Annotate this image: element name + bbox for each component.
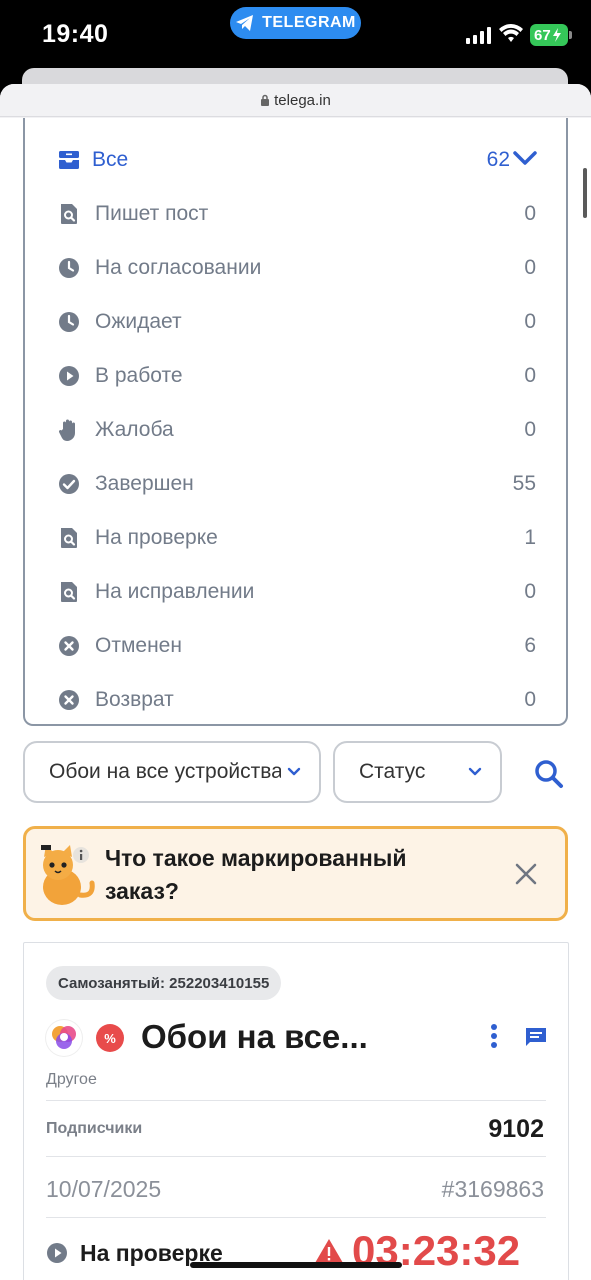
status-label: На согласовании [95,256,262,279]
doc-search-icon [57,580,81,604]
battery-tip [569,31,572,39]
status-count: 0 [524,580,536,603]
chevron-down-icon[interactable] [512,149,538,167]
status-label: Завершен [95,472,194,495]
clock: 19:40 [42,20,109,48]
home-indicator[interactable] [190,1262,402,1268]
status-dropdown-list: Все 62 Пишет пост 0 На согласовании 0 Ож… [23,118,568,726]
url-text: telega.in [274,91,331,109]
status-item-review[interactable]: На проверке 1 [25,511,566,565]
status-item-cancelled[interactable]: Отменен 6 [25,619,566,673]
status-count: 0 [524,310,536,333]
order-category: Другое [46,1071,97,1088]
scrollbar[interactable] [583,168,587,218]
signal-icon [466,26,491,44]
status-item-writing[interactable]: Пишет пост 0 [25,187,566,241]
status-item-approval[interactable]: На согласовании 0 [25,241,566,295]
status-label: На проверке [95,526,218,549]
cat-info-icon [41,845,95,905]
status-label: На исправлении [95,580,255,603]
url-bar[interactable]: telega.in [0,84,591,117]
inbox-icon [57,148,81,172]
order-card[interactable]: Самозанятый: 252203410155 % Обои на все.… [23,942,569,1280]
order-title: Обои на все... [141,1018,368,1055]
close-icon[interactable] [515,863,537,885]
status-select[interactable]: Статус [333,741,502,803]
x-circle-icon [57,634,81,658]
status-label: Отменен [95,634,182,657]
status-count: 55 [512,472,536,495]
status-item-refund[interactable]: Возврат 0 [25,673,566,724]
telegram-pill-label: TELEGRAM [262,14,356,31]
status-bar: 19:40 TELEGRAM 67 [0,0,591,70]
status-count: 6 [524,634,536,657]
telegram-icon [236,15,254,31]
order-title-row: % Обои на все... [46,1018,546,1060]
page-content: Все 62 Пишет пост 0 На согласовании 0 Ож… [0,118,591,1280]
discount-badge-icon: % [96,1024,124,1052]
status-count: 0 [524,688,536,711]
search-icon[interactable] [533,758,565,790]
status-count: 0 [524,256,536,279]
order-date: 10/07/2025 [46,1176,162,1202]
chevron-down-icon [468,767,482,776]
play-icon [47,1243,67,1263]
order-id: #3169863 [441,1176,544,1202]
clock-icon [57,310,81,334]
hand-icon [57,418,81,442]
x-circle-icon [57,688,81,712]
status-item-complaint[interactable]: Жалоба 0 [25,403,566,457]
clock-icon [57,256,81,280]
divider [46,1156,546,1157]
status-count: 0 [524,202,536,225]
chevron-down-icon [287,767,301,776]
status-count: 1 [524,526,536,549]
check-circle-icon [57,472,81,496]
channel-select[interactable]: Обои на все устройства [23,741,321,803]
status-label: Пишет пост [95,202,209,225]
status-item-fixing[interactable]: На исправлении 0 [25,565,566,619]
marked-order-banner[interactable]: Что такое маркированный заказ? [23,826,568,921]
status-item-in-progress[interactable]: В работе 0 [25,349,566,403]
doc-search-icon [57,526,81,550]
status-count: 62 [486,148,510,171]
status-item-completed[interactable]: Завершен 55 [25,457,566,511]
status-label: В работе [95,364,183,387]
telegram-pill[interactable]: TELEGRAM [230,7,361,39]
channel-select-value: Обои на все устройства [49,760,281,783]
more-options-icon[interactable] [490,1023,498,1049]
chat-icon[interactable] [524,1026,548,1048]
play-icon [57,364,81,388]
divider [46,1217,546,1218]
warning-icon [315,1239,343,1263]
status-label: Все [92,148,129,171]
doc-search-icon [57,202,81,226]
lock-icon [261,94,270,106]
status-select-value: Статус [359,760,426,783]
subscribers-value: 9102 [488,1115,544,1143]
status-count: 0 [524,418,536,441]
banner-text: Что такое маркированный заказ? [105,845,407,904]
status-label: Ожидает [95,310,182,333]
subscribers-label: Подписчики [46,1120,143,1137]
status-count: 0 [524,364,536,387]
status-label: Возврат [95,688,174,711]
battery-icon: 67 [530,24,568,46]
divider [46,1100,546,1101]
battery-level: 67 [534,26,551,44]
browser-sheet: telega.in Все 62 Пишет пост 0 На согласо… [0,84,591,1280]
self-employed-tag: Самозанятый: 252203410155 [46,966,282,1000]
status-item-waiting[interactable]: Ожидает 0 [25,295,566,349]
status-item-all[interactable]: Все 62 [25,133,566,187]
channel-avatar [46,1020,82,1056]
status-label: Жалоба [95,418,174,441]
wifi-icon [499,24,523,42]
